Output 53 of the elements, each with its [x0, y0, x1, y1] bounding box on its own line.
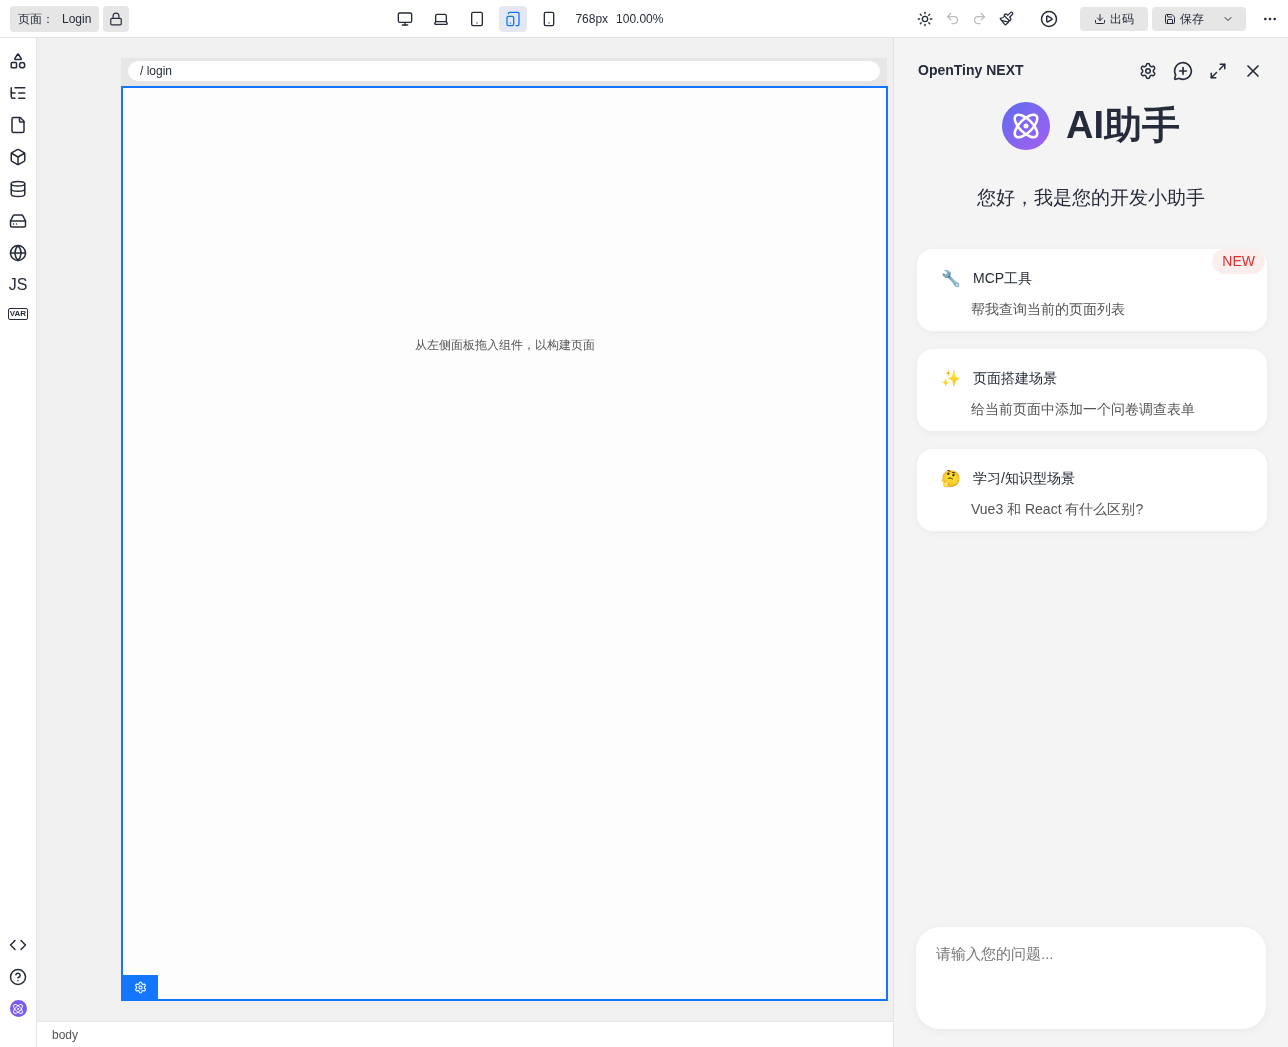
atom-icon[interactable] — [9, 1000, 27, 1017]
card-prompt: 给当前页面中添加一个问卷调查表单 — [971, 399, 1196, 419]
new-badge: NEW — [1212, 248, 1265, 274]
download-icon — [1094, 12, 1106, 25]
zoom-level: 100.00% — [616, 10, 664, 28]
expand-button[interactable] — [1209, 61, 1227, 80]
outline-icon[interactable] — [9, 84, 27, 102]
tablet-landscape-view-button[interactable] — [499, 5, 528, 32]
prompt-card[interactable]: 🤔 学习/知识型场景 Vue3 和 React 有什么区别? — [917, 448, 1267, 531]
help-icon[interactable] — [9, 968, 27, 986]
empty-canvas-hint: 从左侧面板拖入组件，以构建页面 — [414, 337, 595, 354]
card-emoji: 🤔 — [941, 468, 961, 489]
export-button[interactable]: 出码 — [1080, 6, 1148, 31]
lock-button[interactable] — [103, 5, 130, 32]
components-icon[interactable] — [9, 52, 27, 70]
tablet-icon — [469, 10, 486, 27]
save-button[interactable]: 保存 — [1152, 6, 1246, 31]
preview-button[interactable] — [1040, 9, 1058, 28]
page-icon[interactable] — [9, 116, 27, 134]
assistant-heading: AI助手 — [1066, 103, 1180, 148]
card-prompt: Vue3 和 React 有什么区别? — [971, 499, 1145, 519]
desktop-icon — [397, 10, 414, 27]
globe-icon[interactable] — [9, 244, 27, 262]
greeting: 您好，我是您的开发小助手 — [976, 186, 1206, 210]
settings-button[interactable] — [1139, 61, 1157, 80]
prompt-card[interactable]: 🔧 MCP工具 帮我查询当前的页面列表 NEW — [917, 248, 1267, 331]
storage-icon[interactable] — [9, 212, 27, 230]
canvas-width: 768px — [575, 10, 609, 28]
theme-button[interactable] — [917, 10, 933, 27]
new-chat-button[interactable] — [1173, 60, 1193, 81]
clean-button[interactable] — [999, 11, 1014, 26]
card-title: 页面搭建场景 — [973, 369, 1057, 388]
card-title: MCP工具 — [973, 269, 1033, 288]
address-bar[interactable]: / login — [128, 61, 880, 81]
assistant-logo-icon — [1002, 101, 1050, 150]
page-label: 页面： — [18, 10, 54, 28]
lock-icon — [109, 11, 124, 26]
card-title: 学习/知识型场景 — [973, 469, 1075, 488]
question-input[interactable]: 请输入您的问题... — [916, 927, 1266, 1029]
page-selector[interactable]: 页面： Login — [10, 5, 100, 32]
tablet-landscape-icon — [505, 10, 522, 27]
page-name: Login — [62, 10, 92, 28]
card-emoji: 🔧 — [941, 268, 961, 289]
panel-title: OpenTiny NEXT — [918, 61, 1024, 80]
cube-icon[interactable] — [9, 148, 27, 166]
element-path[interactable]: body — [52, 1025, 79, 1044]
card-emoji: ✨ — [941, 368, 961, 389]
js-button[interactable]: JS — [8, 276, 28, 294]
prompt-card[interactable]: ✨ 页面搭建场景 给当前页面中添加一个问卷调查表单 — [917, 348, 1267, 431]
var-button[interactable]: VAR — [7, 308, 29, 320]
gear-icon — [134, 980, 147, 994]
card-prompt: 帮我查询当前的页面列表 — [971, 299, 1126, 319]
database-icon[interactable] — [9, 180, 27, 198]
